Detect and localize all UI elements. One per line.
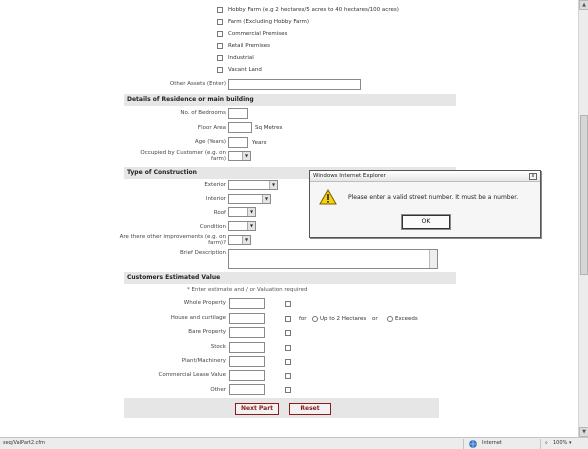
floor-area-unit: Sq Metres [255, 125, 283, 131]
value-row-label-stock: Stock [210, 344, 226, 350]
warning-icon [319, 189, 337, 205]
condition-label: Condition [199, 224, 226, 230]
property-type-checkbox-retail[interactable] [217, 43, 223, 49]
radio-exceeds[interactable] [387, 316, 393, 322]
residence-section-heading: Details of Residence or main building [124, 94, 456, 106]
value-row-label-commercial-lease: Commercial Lease Value [158, 372, 226, 378]
occupied-select[interactable]: ▼ [228, 151, 251, 161]
property-type-checkbox-hobby-farm[interactable] [217, 7, 223, 13]
next-part-button[interactable]: Next Part [235, 403, 279, 415]
value-input-house[interactable] [229, 313, 265, 324]
ok-button[interactable]: OK [401, 214, 451, 230]
close-icon[interactable]: x [529, 173, 537, 180]
exterior-select[interactable]: ▼ [228, 180, 278, 190]
age-label: Age (Years) [194, 139, 226, 145]
valuation-checkbox-bare[interactable] [285, 330, 291, 336]
valuation-checkbox-plant[interactable] [285, 359, 291, 365]
chevron-down-icon: ▼ [242, 152, 250, 160]
property-type-checkbox-vacant-land[interactable] [217, 67, 223, 73]
value-row-label-other: Other [210, 387, 226, 393]
roof-select[interactable]: ▼ [228, 207, 256, 217]
interior-select[interactable]: ▼ [228, 194, 271, 204]
scroll-down-icon[interactable]: ▼ [579, 427, 588, 437]
property-type-label-farm: Farm (Excluding Hobby Farm) [228, 19, 310, 25]
value-input-bare[interactable] [229, 327, 265, 338]
status-bar: seq/ValPart2.cfm Internet ⌕ 100% ▾ [0, 437, 588, 449]
scroll-thumb[interactable] [580, 115, 588, 275]
occupied-label: Occupied by Customer (e.g. on farm) [140, 150, 226, 162]
status-url: seq/ValPart2.cfm [3, 440, 46, 446]
age-input[interactable] [228, 137, 248, 148]
property-type-checkbox-industrial[interactable] [217, 55, 223, 61]
value-row-label-plant: Plant/Machinery [181, 358, 226, 364]
brief-description-textarea[interactable] [228, 249, 438, 269]
floor-area-input[interactable] [228, 122, 252, 133]
radio-exceeds-label: Exceeds [395, 316, 418, 322]
condition-select[interactable]: ▼ [228, 221, 256, 231]
chevron-down-icon[interactable]: ▾ [569, 438, 572, 449]
value-row-label-bare: Bare Property [188, 329, 226, 335]
chevron-down-icon: ▼ [262, 195, 270, 203]
security-zone: Internet [463, 439, 538, 449]
valuation-checkbox-whole[interactable] [285, 301, 291, 307]
valuation-checkbox-house[interactable] [285, 316, 291, 322]
other-improvements-label: Are there other improvements (e.g. on fa… [119, 234, 226, 246]
internet-zone-icon [469, 440, 477, 448]
radio-up-to-label: Up to 2 Hectares [320, 316, 367, 322]
zoom-level: 100% [553, 440, 568, 446]
page-scrollbar[interactable]: ▲ ▼ [578, 0, 588, 437]
value-row-label-house: House and curtilage [170, 315, 226, 321]
zoom-control[interactable]: ⌕ 100% ▾ [540, 439, 588, 449]
age-unit: Years [252, 140, 267, 146]
bedrooms-input[interactable] [228, 108, 248, 119]
value-input-plant[interactable] [229, 356, 265, 367]
brief-description-label: Brief Description [180, 250, 226, 256]
other-assets-input[interactable] [228, 79, 361, 90]
value-input-stock[interactable] [229, 342, 265, 353]
property-type-label-industrial: Industrial [228, 55, 254, 61]
scroll-up-icon[interactable]: ▲ [579, 0, 588, 10]
for-label: for [299, 316, 307, 322]
property-type-label-commercial: Commercial Premises [228, 31, 288, 37]
value-input-commercial-lease[interactable] [229, 370, 265, 381]
form-button-bar: Next Part Reset [124, 398, 439, 418]
value-input-other[interactable] [229, 384, 265, 395]
interior-label: Interior [205, 196, 226, 202]
radio-up-to-2-hectares[interactable] [312, 316, 318, 322]
dialog-message: Please enter a valid street number. It m… [348, 194, 519, 201]
property-type-label-hobby-farm: Hobby Farm (e.g 2 hectares/5 acres to 40… [228, 7, 399, 13]
chevron-down-icon: ▼ [242, 236, 250, 244]
valuation-checkbox-other[interactable] [285, 387, 291, 393]
property-type-label-retail: Retail Premises [228, 43, 271, 49]
property-type-checkbox-farm[interactable] [217, 19, 223, 25]
other-improvements-select[interactable]: ▼ [228, 235, 251, 245]
magnifier-icon: ⌕ [545, 440, 548, 446]
web-page: Hobby Farm (e.g 2 hectares/5 acres to 40… [0, 0, 588, 437]
property-type-label-vacant-land: Vacant Land [228, 67, 262, 73]
other-assets-label: Other Assets (Enter) [169, 81, 226, 87]
estimate-note: * Enter estimate and / or Valuation requ… [187, 287, 308, 293]
dialog-body: Please enter a valid street number. It m… [310, 182, 540, 237]
value-row-label-whole: Whole Property [183, 300, 226, 306]
estimated-value-section-heading: Customers Estimated Value [124, 272, 456, 284]
property-type-checkbox-commercial[interactable] [217, 31, 223, 37]
alert-dialog: Windows Internet Explorer x Please enter… [309, 170, 541, 238]
or-label: or [372, 316, 378, 322]
chevron-down-icon: ▼ [269, 181, 277, 189]
chevron-down-icon: ▼ [247, 222, 255, 230]
textarea-scrollbar[interactable] [429, 250, 437, 268]
floor-area-label: Floor Area [197, 125, 226, 131]
valuation-checkbox-commercial-lease[interactable] [285, 373, 291, 379]
valuation-checkbox-stock[interactable] [285, 345, 291, 351]
value-input-whole[interactable] [229, 298, 265, 309]
roof-label: Roof [213, 210, 226, 216]
reset-button[interactable]: Reset [289, 403, 331, 415]
chevron-down-icon: ▼ [247, 208, 255, 216]
bedrooms-label: No. of Bedrooms [180, 110, 226, 116]
zone-label: Internet [482, 440, 502, 446]
exterior-label: Exterior [204, 182, 226, 188]
dialog-title: Windows Internet Explorer [310, 171, 540, 182]
